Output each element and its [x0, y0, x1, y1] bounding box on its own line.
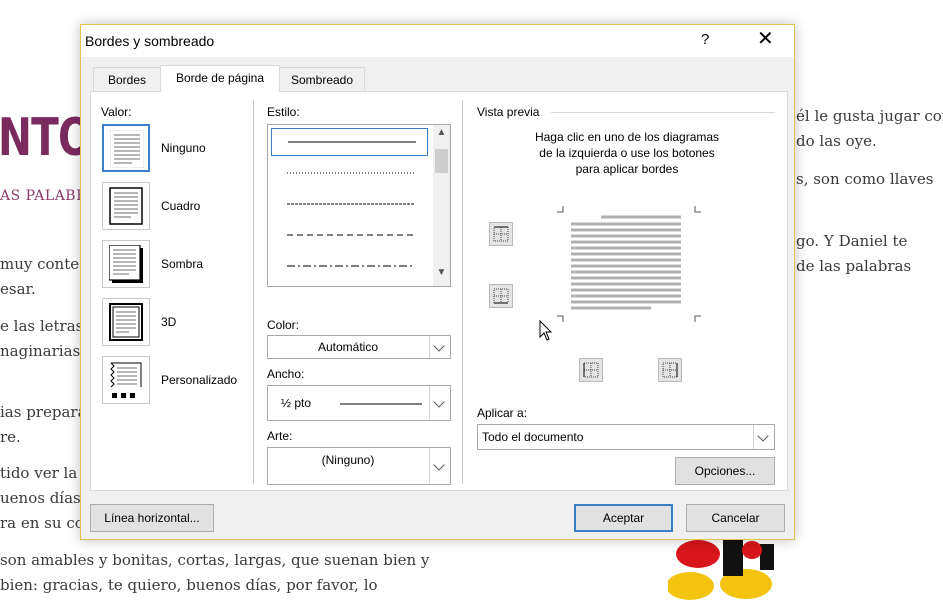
page-3d-icon — [109, 303, 143, 341]
options-button[interactable]: Opciones... — [675, 457, 775, 485]
setting-shadow-button[interactable] — [102, 240, 150, 288]
preview-divider — [551, 112, 775, 113]
doc-left-line: re. — [0, 428, 21, 446]
column-divider — [462, 100, 463, 484]
chevron-down-icon[interactable] — [429, 386, 450, 420]
apply-to-label: Aplicar a: — [477, 406, 528, 420]
style-solid-option[interactable] — [271, 128, 428, 156]
top-border-icon — [493, 226, 509, 242]
help-button[interactable]: ? — [701, 31, 709, 48]
dialog-titlebar: Bordes y sombreado ? ✕ — [81, 25, 794, 57]
chevron-down-icon[interactable] — [429, 448, 450, 484]
style-dotted-option[interactable] — [271, 160, 428, 188]
instruction-line: Haga clic en uno de los diagramas — [534, 130, 720, 144]
page-shadow-icon — [109, 245, 143, 283]
cancel-button[interactable]: Cancelar — [686, 504, 785, 532]
apply-to-dropdown[interactable]: Todo el documento — [477, 424, 775, 450]
top-border-button[interactable] — [489, 222, 513, 246]
style-fine-dashed-line — [287, 203, 415, 205]
doc-right-line: go. Y Daniel te — [796, 232, 908, 250]
doc-right-line: él le gusta jugar con — [796, 107, 943, 125]
chevron-down-icon[interactable] — [429, 336, 450, 358]
tab-label: Sombreado — [290, 73, 354, 87]
borders-shading-dialog: Bordes y sombreado ? ✕ Bordes Borde de p… — [80, 24, 795, 540]
border-preview-page[interactable] — [557, 206, 707, 332]
doc-left-line: e las letras — [0, 317, 84, 335]
setting-shadow-label[interactable]: Sombra — [161, 257, 203, 271]
setting-3d-label[interactable]: 3D — [161, 315, 176, 329]
left-border-icon — [583, 362, 599, 378]
style-scrollbar[interactable]: ▲ ▼ — [433, 125, 450, 286]
style-label: Estilo: — [267, 105, 300, 119]
tab-borde-de-pagina[interactable]: Borde de página — [160, 65, 280, 92]
doc-right-line: do las oye. — [796, 132, 877, 150]
doc-left-line: tido ver la c — [0, 464, 91, 482]
bottom-border-button[interactable] — [489, 284, 513, 308]
color-value: Automático — [317, 340, 379, 354]
dialog-title: Bordes y sombreado — [85, 33, 215, 49]
setting-none-label[interactable]: Ninguno — [161, 141, 206, 155]
style-dotted-line — [287, 172, 415, 174]
doc-left-line: muy conte — [0, 255, 80, 273]
style-listbox[interactable]: ▲ ▼ — [267, 124, 451, 287]
setting-box-button[interactable] — [102, 182, 150, 230]
setting-custom-label[interactable]: Personalizado — [161, 373, 237, 387]
mascot-illustration — [668, 536, 774, 600]
doc-left-line: esar. — [0, 280, 36, 298]
color-dropdown[interactable]: Automático — [267, 335, 451, 359]
chevron-down-icon[interactable] — [753, 425, 774, 449]
scroll-down-icon[interactable]: ▼ — [433, 267, 450, 284]
doc-right-line: de las palabras — [796, 257, 912, 275]
width-dropdown[interactable]: ½ pto — [267, 385, 451, 421]
setting-custom-button[interactable] — [102, 356, 150, 404]
style-dash-dot-line — [287, 265, 415, 267]
doc-bottom-line: son amables y bonitas, cortas, largas, q… — [0, 551, 430, 569]
doc-left-line: ra en su co — [0, 514, 84, 532]
setting-label: Valor: — [101, 105, 132, 119]
doc-left-line: uenos días, — [0, 489, 86, 507]
instruction-line: para aplicar bordes — [575, 162, 679, 176]
style-solid-line — [288, 141, 416, 143]
art-label: Arte: — [267, 429, 293, 443]
setting-box-label[interactable]: Cuadro — [161, 199, 200, 213]
horizontal-line-button[interactable]: Línea horizontal... — [90, 504, 214, 532]
scroll-up-icon[interactable]: ▲ — [433, 127, 450, 144]
art-dropdown[interactable]: (Ninguno) — [267, 447, 451, 485]
tab-label: Borde de página — [175, 71, 265, 85]
width-preview-line — [340, 403, 422, 405]
instruction-line: de la izquierda o use los botones — [539, 146, 715, 160]
right-border-icon — [662, 362, 678, 378]
close-icon[interactable]: ✕ — [757, 29, 774, 49]
tab-panel: Valor: Ninguno Cuadro Sombra 3D Personal… — [90, 91, 788, 491]
color-label: Color: — [267, 318, 300, 332]
tab-label: Bordes — [107, 73, 147, 87]
setting-3d-button[interactable] — [102, 298, 150, 346]
mouse-cursor-icon — [539, 320, 553, 341]
width-label: Ancho: — [267, 367, 305, 381]
style-dashed-option[interactable] — [271, 222, 428, 250]
page-none-icon — [110, 130, 144, 168]
bottom-border-icon — [493, 288, 509, 304]
preview-label: Vista previa — [477, 105, 540, 119]
page-custom-icon — [110, 362, 142, 398]
doc-bottom-line: bien: gracias, te quiero, buenos días, p… — [0, 576, 378, 594]
doc-left-line: naginarias, — [0, 342, 85, 360]
art-value: (Ninguno) — [321, 453, 375, 467]
preview-instructions: Haga clic en uno de los diagramas de la … — [477, 129, 777, 177]
right-border-button[interactable] — [658, 358, 682, 382]
style-fine-dashed-option[interactable] — [271, 191, 428, 219]
page-box-icon — [109, 187, 143, 225]
tab-bordes[interactable]: Bordes — [93, 67, 161, 91]
ok-button[interactable]: Aceptar — [574, 504, 673, 532]
column-divider — [253, 100, 254, 484]
tab-sombreado[interactable]: Sombreado — [279, 67, 365, 91]
doc-right-line: s, son como llaves — [796, 170, 934, 188]
style-dashed-line — [287, 234, 415, 236]
apply-to-value: Todo el documento — [482, 430, 584, 444]
setting-none-button[interactable] — [102, 124, 150, 172]
scroll-thumb[interactable] — [435, 149, 448, 173]
style-dash-dot-option[interactable] — [271, 253, 428, 281]
left-border-button[interactable] — [579, 358, 603, 382]
